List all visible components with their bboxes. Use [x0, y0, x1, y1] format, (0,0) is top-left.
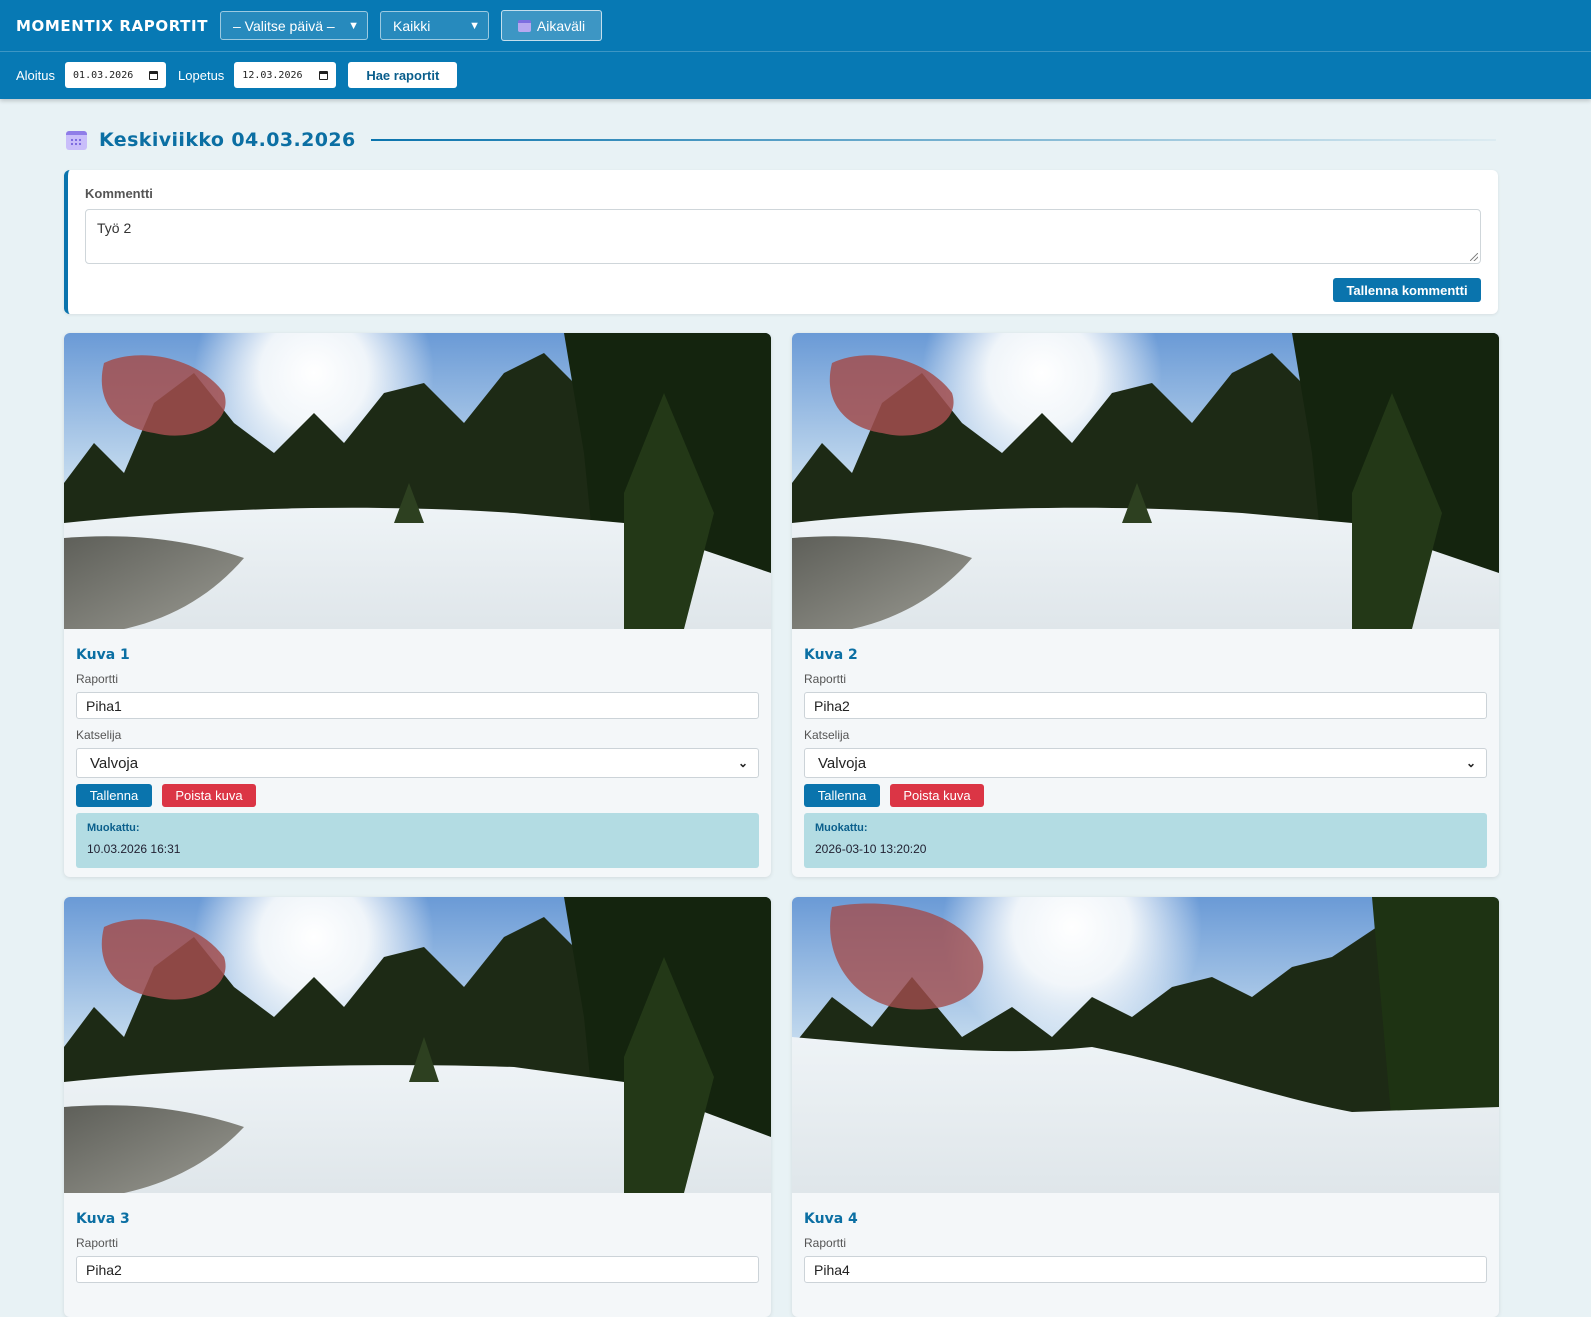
modified-timestamp: 10.03.2026 16:31 — [87, 842, 181, 856]
top-bar: MOMENTIX RAPORTIT – Valitse päivä – ▼ Ka… — [0, 0, 1591, 99]
day-title: Keskiviikko 04.03.2026 — [99, 129, 356, 151]
save-comment-button[interactable]: Tallenna kommentti — [1333, 278, 1481, 302]
calendar-icon[interactable] — [319, 70, 329, 80]
report-label: Raportti — [76, 672, 119, 686]
viewer-select[interactable]: Valvoja ⌄ — [76, 748, 759, 778]
chevron-down-icon: ⌄ — [1465, 756, 1476, 770]
delete-image-button[interactable]: Poista kuva — [890, 784, 984, 807]
calendar-icon[interactable] — [149, 70, 159, 80]
viewer-label: Katselija — [76, 728, 122, 742]
snapshot-image[interactable] — [64, 333, 771, 629]
report-input[interactable]: Piha2 — [804, 692, 1487, 719]
date-range-button-label: Aikaväli — [536, 17, 586, 34]
snapshot-image[interactable] — [792, 897, 1499, 1193]
image-card-1: Kuva 1 Raportti Piha1 Katselija Valvoja … — [64, 333, 771, 877]
card-title: Kuva 1 — [76, 647, 130, 663]
modified-label: Muokattu: — [87, 822, 140, 834]
header-row-range: Aloitus 01.03.2026 Lopetus 12.03.2026 Ha… — [0, 52, 1591, 98]
resize-handle-icon[interactable] — [1470, 253, 1478, 261]
report-value: Piha1 — [86, 697, 122, 714]
day-select[interactable]: – Valitse päivä – ▼ — [220, 11, 368, 40]
date-range-button[interactable]: Aikaväli — [501, 10, 602, 41]
snapshot-image[interactable] — [792, 333, 1499, 629]
viewer-label: Katselija — [804, 728, 850, 742]
viewer-value: Valvoja — [818, 754, 867, 772]
calendar-icon — [517, 19, 531, 32]
image-card-4: Kuva 4 Raportti Piha4 — [792, 897, 1499, 1317]
save-button[interactable]: Tallenna — [804, 784, 880, 807]
report-label: Raportti — [804, 1236, 847, 1250]
modified-info: Muokattu: 2026-03-10 13:20:20 — [804, 813, 1487, 868]
report-value: Piha2 — [814, 697, 850, 714]
report-input[interactable]: Piha4 — [804, 1256, 1487, 1283]
comment-label: Kommentti — [85, 186, 153, 201]
image-card-2: Kuva 2 Raportti Piha2 Katselija Valvoja … — [792, 333, 1499, 877]
calendar-icon — [66, 130, 87, 150]
modified-info: Muokattu: 10.03.2026 16:31 — [76, 813, 759, 868]
snapshot-image[interactable] — [64, 897, 771, 1193]
chevron-down-icon: ▼ — [469, 19, 480, 32]
delete-image-button[interactable]: Poista kuva — [162, 784, 256, 807]
end-date-value: 12.03.2026 — [242, 69, 303, 81]
start-date-value: 01.03.2026 — [73, 69, 134, 81]
save-button[interactable]: Tallenna — [76, 784, 152, 807]
start-date-input[interactable]: 01.03.2026 — [65, 62, 167, 88]
comment-text: Työ 2 — [97, 220, 132, 236]
report-label: Raportti — [804, 672, 847, 686]
day-select-value: – Valitse päivä – — [233, 17, 335, 34]
card-title: Kuva 4 — [804, 1211, 858, 1227]
modified-timestamp: 2026-03-10 13:20:20 — [815, 842, 927, 856]
heading-divider — [370, 139, 1496, 141]
image-card-3: Kuva 3 Raportti Piha2 — [64, 897, 771, 1317]
card-title: Kuva 3 — [76, 1211, 130, 1227]
comment-textarea[interactable]: Työ 2 — [85, 209, 1481, 264]
report-input[interactable]: Piha1 — [76, 692, 759, 719]
chevron-down-icon: ⌄ — [737, 756, 748, 770]
report-input[interactable]: Piha2 — [76, 1256, 759, 1283]
modified-label: Muokattu: — [815, 822, 868, 834]
end-date-label: Lopetus — [178, 67, 225, 83]
day-heading: Keskiviikko 04.03.2026 — [66, 128, 1496, 152]
filter-select-value: Kaikki — [393, 17, 431, 34]
end-date-input[interactable]: 12.03.2026 — [234, 62, 337, 88]
viewer-value: Valvoja — [90, 754, 139, 772]
comment-card: Kommentti Työ 2 Tallenna kommentti — [64, 170, 1498, 314]
header-row-main: MOMENTIX RAPORTIT – Valitse päivä – ▼ Ka… — [0, 0, 1591, 52]
viewer-select[interactable]: Valvoja ⌄ — [804, 748, 1487, 778]
fetch-reports-button[interactable]: Hae raportit — [348, 62, 458, 88]
report-value: Piha2 — [86, 1261, 122, 1278]
chevron-down-icon: ▼ — [348, 19, 359, 32]
app-title: MOMENTIX RAPORTIT — [16, 16, 209, 35]
report-value: Piha4 — [814, 1261, 850, 1278]
start-date-label: Aloitus — [16, 67, 56, 83]
card-title: Kuva 2 — [804, 647, 858, 663]
filter-select[interactable]: Kaikki ▼ — [380, 11, 489, 40]
report-label: Raportti — [76, 1236, 119, 1250]
